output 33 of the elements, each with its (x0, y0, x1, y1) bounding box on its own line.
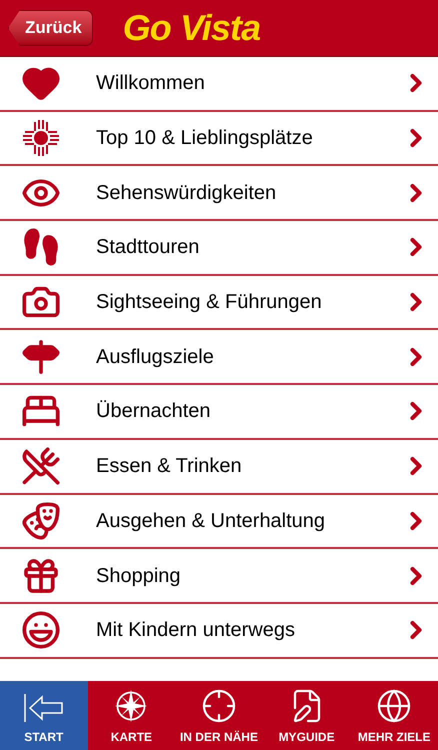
menu-item[interactable]: Übernachten (0, 385, 438, 440)
menu-label: Shopping (96, 564, 182, 589)
menu-label: Mit Kindern unterwegs (96, 618, 296, 644)
menu-label: Top 10 & Lieblingsplätze (96, 126, 314, 152)
crosshair-icon (200, 688, 237, 724)
menu-label: Essen & Trinken (96, 454, 243, 480)
menu-label: Stadttouren (96, 235, 200, 260)
menu-label: Ausflugsziele (96, 344, 215, 370)
back-button[interactable]: Zurück (8, 10, 93, 46)
menu-item[interactable]: Mit Kindern unterwegs (0, 604, 438, 659)
app-title: Go Vista (122, 10, 260, 46)
menu-label: Sightseeing & Führungen (96, 290, 323, 316)
menu-label: Ausgehen & Unterhaltung (96, 508, 326, 534)
menu-item[interactable]: Shopping (0, 549, 438, 604)
menu-label: Übernachten (96, 399, 212, 424)
menu-item[interactable]: Ausgehen & Unterhaltung (0, 494, 438, 550)
menu-item[interactable]: Sightseeing & Führungen (0, 276, 438, 330)
menu-label: Willkommen (96, 71, 206, 96)
fork-knife-icon (21, 446, 61, 486)
menu-item[interactable]: Ausflugsziele (0, 330, 438, 386)
menu-item[interactable]: Top 10 & Lieblingsplätze (0, 112, 438, 166)
sun-symbol-icon (21, 118, 61, 158)
menu-item[interactable]: Sehenswürdigkeiten (0, 166, 438, 222)
laughing-face-icon (21, 610, 61, 650)
menu-item[interactable]: Essen & Trinken (0, 440, 438, 494)
globe-icon (376, 688, 412, 724)
menu-label: Sehenswürdigkeiten (96, 180, 278, 206)
footprints-icon (21, 227, 61, 268)
back-arrow-icon (22, 692, 66, 724)
menu-item[interactable]: Willkommen (0, 57, 438, 112)
tab-button[interactable]: START (0, 681, 88, 750)
theater-masks-icon (21, 500, 61, 541)
menu-item[interactable]: Stadttouren (0, 221, 438, 276)
